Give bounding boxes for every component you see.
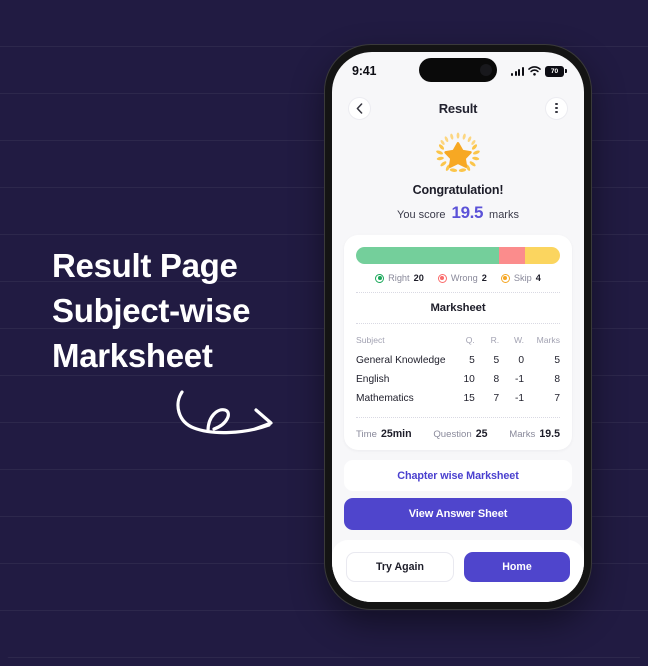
- cell-wrong: 0: [518, 355, 525, 366]
- chevron-left-icon: [356, 102, 363, 114]
- cell-right: 7: [493, 393, 500, 404]
- legend-label-right: Right: [388, 273, 410, 283]
- cell-wrong: -1: [514, 393, 525, 404]
- status-indicators: 70: [510, 65, 567, 77]
- battery-level: 70: [550, 67, 559, 75]
- summary-marks-value: 19.5: [539, 428, 560, 440]
- legend-label-skip: Skip: [513, 273, 532, 283]
- legend-item-skip: Skip 4: [500, 273, 541, 283]
- cell-marks: 8: [554, 374, 560, 385]
- cell-subject: English: [356, 374, 390, 385]
- phone-mockup: 9:41 70 Result Congratulation! You score…: [325, 45, 591, 609]
- column-marks: Marks: [536, 335, 560, 345]
- cell-marks: 5: [554, 355, 560, 366]
- chapter-wise-marksheet-button[interactable]: Chapter wise Marksheet: [344, 460, 572, 491]
- cell-subject: General Knowledge: [356, 355, 446, 366]
- right-dot-icon: [375, 273, 385, 283]
- cell-questions: 10: [463, 374, 475, 385]
- cell-right: 5: [493, 355, 500, 366]
- star-laurel-award-icon: [436, 132, 480, 172]
- marksheet-table: Subject Q. R. W. Marks General Knowledge…: [356, 333, 560, 408]
- column-right: R.: [490, 335, 500, 345]
- table-row: General Knowledge 5 5 0 5: [356, 351, 560, 370]
- score-line: You score 19.5 marks: [332, 203, 584, 223]
- summary-question-label: Question: [433, 429, 472, 440]
- cell-questions: 15: [463, 393, 475, 404]
- summary-time-value: 25min: [380, 428, 412, 440]
- curved-arrow-doodle-icon: [176, 390, 273, 435]
- poster-caption: Result Page Subject-wise Marksheet: [52, 243, 322, 378]
- score-suffix: marks: [489, 209, 519, 221]
- column-questions: Q.: [465, 335, 475, 345]
- back-button[interactable]: [348, 96, 371, 120]
- action-buttons: Chapter wise Marksheet View Answer Sheet: [344, 460, 572, 530]
- table-row: Mathematics 15 7 -1 7: [356, 389, 560, 408]
- try-again-button[interactable]: Try Again: [346, 552, 454, 582]
- summary-time: Time 25min: [356, 428, 412, 440]
- phone-screen: 9:41 70 Result Congratulation! You score…: [332, 52, 584, 602]
- home-button[interactable]: Home: [464, 552, 570, 582]
- battery-icon: 70: [545, 65, 567, 77]
- column-wrong: W.: [513, 335, 525, 345]
- column-subject: Subject: [356, 335, 385, 345]
- score-value: 19.5: [451, 203, 484, 222]
- summary-question-value: 25: [475, 428, 488, 440]
- divider-bottom: [356, 417, 560, 418]
- summary-marks-label: Marks: [509, 429, 536, 440]
- legend-value-wrong: 2: [481, 273, 487, 283]
- caption-line-2: Subject-wise: [52, 292, 251, 329]
- skip-dot-icon: [500, 273, 510, 283]
- result-hero: Congratulation! You score 19.5 marks: [332, 126, 584, 223]
- cell-marks: 7: [554, 393, 560, 404]
- more-options-button[interactable]: [545, 96, 568, 120]
- view-answer-sheet-button[interactable]: View Answer Sheet: [344, 498, 572, 530]
- result-legend: Right 20 Wrong 2 Skip 4: [356, 273, 560, 283]
- cell-subject: Mathematics: [356, 393, 414, 404]
- cell-wrong: -1: [514, 374, 525, 385]
- table-header-row: Subject Q. R. W. Marks: [356, 333, 560, 351]
- summary-marks: Marks 19.5: [509, 428, 560, 440]
- bottom-action-bar: Try Again Home: [332, 540, 584, 602]
- summary-time-label: Time: [356, 429, 377, 440]
- cell-right: 8: [493, 374, 500, 385]
- result-card: Right 20 Wrong 2 Skip 4 Marksheet Subjec…: [344, 235, 572, 450]
- status-time: 9:41: [352, 64, 377, 78]
- status-bar: 9:41 70: [332, 52, 584, 90]
- wrong-dot-icon: [437, 273, 447, 283]
- divider-top: [356, 292, 560, 293]
- legend-value-right: 20: [413, 273, 424, 283]
- marksheet-summary: Time 25min Question 25 Marks 19.5: [356, 427, 560, 440]
- cell-questions: 5: [469, 355, 475, 366]
- wifi-icon: [528, 66, 541, 76]
- summary-question: Question 25: [433, 428, 487, 440]
- legend-item-wrong: Wrong 2: [437, 273, 487, 283]
- legend-item-right: Right 20: [375, 273, 424, 283]
- progress-segment-right: [356, 247, 499, 264]
- signal-bars-icon: [510, 66, 524, 76]
- legend-label-wrong: Wrong: [450, 273, 478, 283]
- navigation-bar: Result: [332, 90, 584, 126]
- caption-line-1: Result Page: [52, 247, 238, 284]
- progress-segment-skip: [525, 247, 560, 264]
- more-vertical-icon: [555, 103, 558, 113]
- result-progress-bar: [356, 247, 560, 264]
- dynamic-island: [419, 58, 497, 82]
- legend-value-skip: 4: [535, 273, 541, 283]
- marksheet-title: Marksheet: [430, 302, 486, 314]
- congratulation-text: Congratulation!: [412, 183, 504, 197]
- score-prefix: You score: [397, 209, 446, 221]
- progress-segment-wrong: [498, 247, 526, 264]
- table-row: English 10 8 -1 8: [356, 370, 560, 389]
- divider-mid: [356, 323, 560, 324]
- caption-line-3: Marksheet: [52, 337, 213, 374]
